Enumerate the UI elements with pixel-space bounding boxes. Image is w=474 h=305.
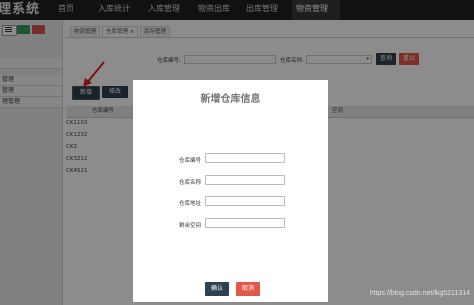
add-warehouse-modal: 新增仓库信息 仓库编号 仓库名称 仓库地址 剩余空间 确认 取消 — [133, 80, 328, 302]
cancel-button[interactable]: 取消 — [236, 282, 260, 296]
field-label-address: 仓库地址 — [179, 201, 202, 207]
warehouse-code-input[interactable] — [205, 153, 285, 163]
watermark: https://blog.csdn.net/lkg5211314 — [369, 290, 470, 297]
field-label-name: 仓库名称 — [179, 180, 202, 186]
warehouse-name-input[interactable] — [205, 175, 285, 185]
confirm-button[interactable]: 确认 — [205, 282, 229, 296]
remaining-space-input[interactable] — [205, 218, 285, 228]
warehouse-address-input[interactable] — [205, 196, 285, 206]
field-label-code: 仓库编号 — [179, 158, 202, 164]
modal-title: 新增仓库信息 — [200, 94, 261, 105]
field-label-remaining-space: 剩余空间 — [179, 223, 202, 229]
